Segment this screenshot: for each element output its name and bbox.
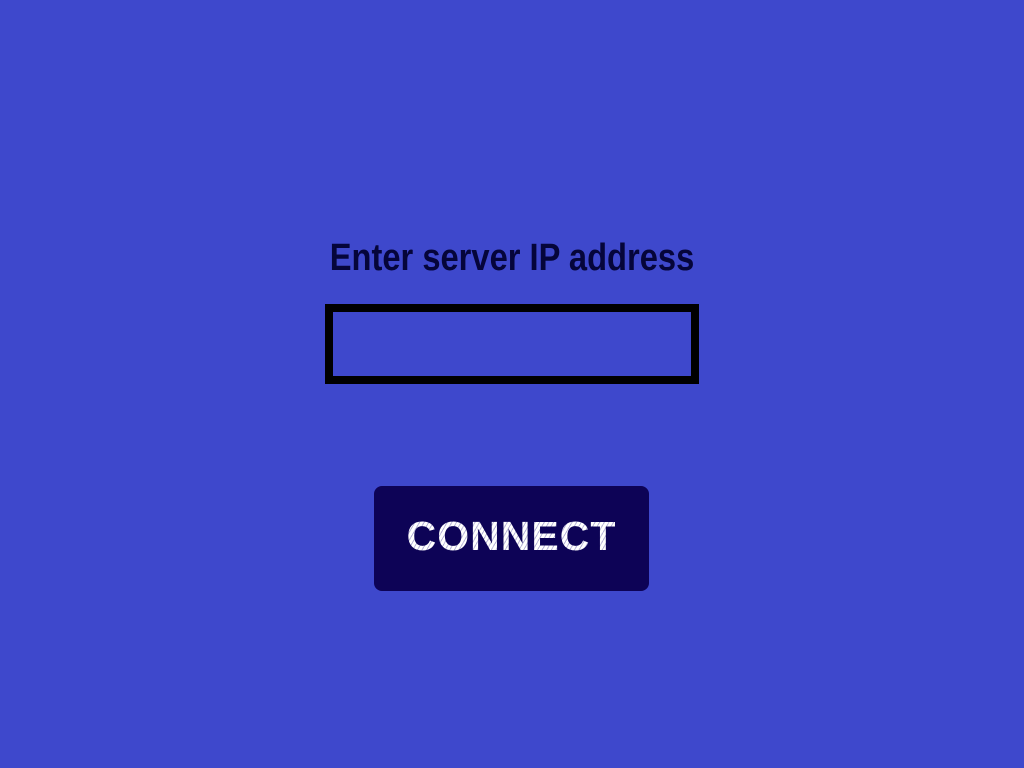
connect-button-label: CONNECT <box>406 513 617 559</box>
ip-prompt-label: Enter server IP address <box>329 237 695 279</box>
server-ip-input[interactable] <box>325 304 699 384</box>
connect-screen: Enter server IP address CONNECT <box>0 0 1024 768</box>
connect-button[interactable]: CONNECT <box>374 486 649 591</box>
